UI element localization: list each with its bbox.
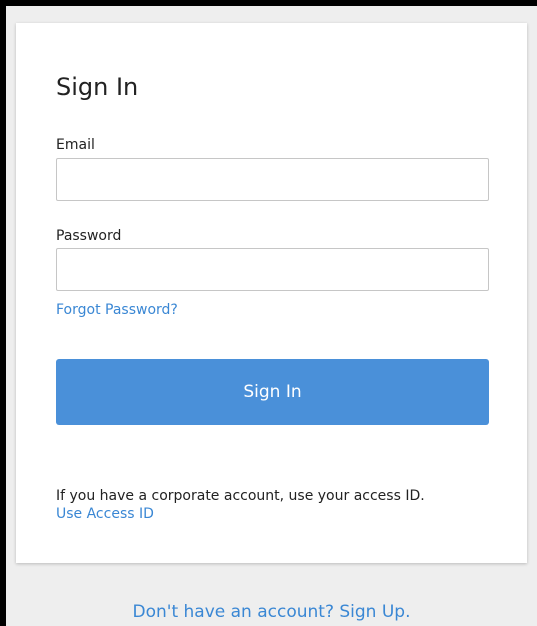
page-viewport: Sign In Email Password Forgot Password? … bbox=[6, 6, 537, 626]
password-label: Password bbox=[56, 228, 122, 244]
email-label: Email bbox=[56, 137, 95, 153]
forgot-password-link[interactable]: Forgot Password? bbox=[56, 301, 178, 319]
password-field[interactable] bbox=[56, 248, 489, 291]
sign-in-button[interactable]: Sign In bbox=[56, 359, 489, 425]
corporate-account-notice: If you have a corporate account, use you… bbox=[56, 488, 425, 504]
use-access-id-link[interactable]: Use Access ID bbox=[56, 505, 154, 523]
page-title: Sign In bbox=[56, 73, 139, 101]
sign-up-link[interactable]: Don't have an account? Sign Up. bbox=[6, 602, 537, 622]
signin-card: Sign In Email Password Forgot Password? … bbox=[16, 23, 527, 563]
email-field[interactable] bbox=[56, 158, 489, 201]
